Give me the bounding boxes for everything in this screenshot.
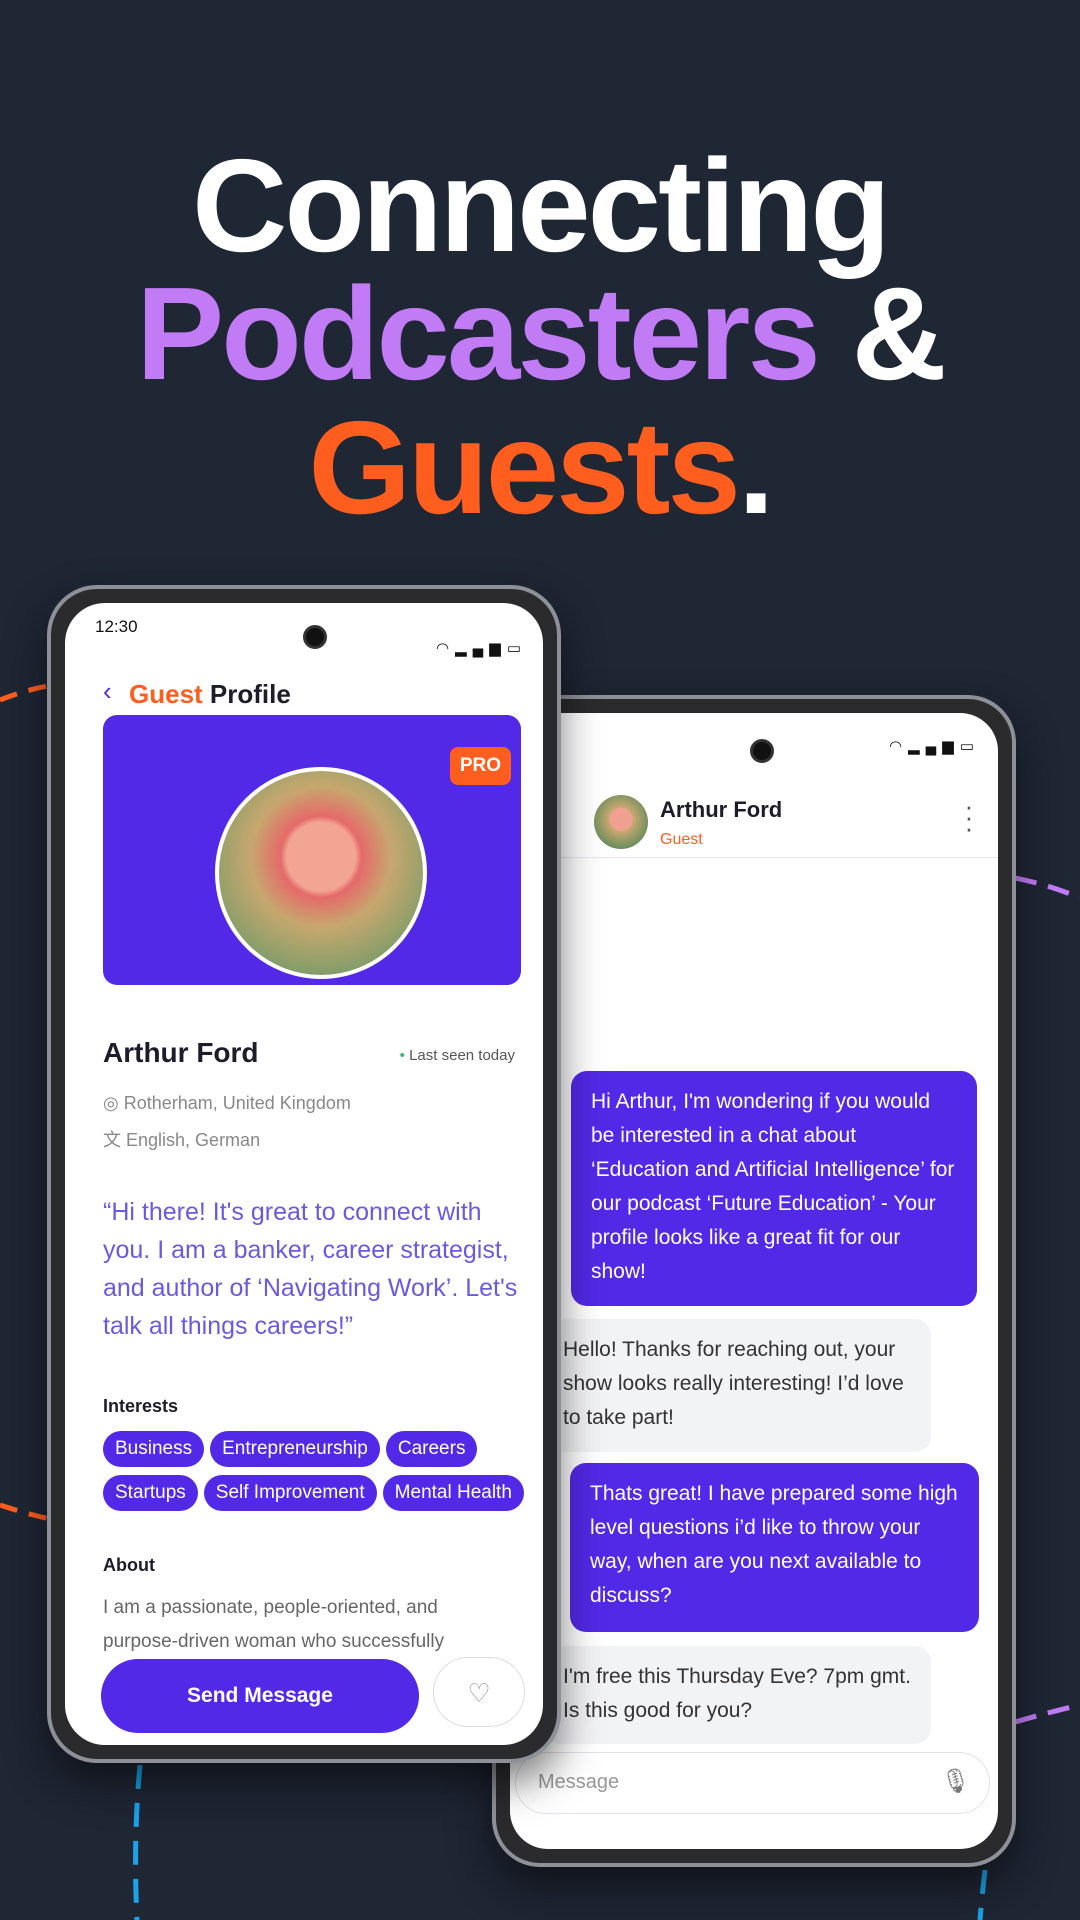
location-pin-icon: ◎ (103, 1093, 124, 1113)
interest-chip[interactable]: Business (103, 1431, 205, 1467)
about-text: I am a passionate, people-oriented, and … (103, 1597, 445, 1652)
translate-icon: 文 (103, 1130, 127, 1150)
wifi-icon: ◠ (889, 738, 909, 755)
profile-phone: 12:30 ◠▂▄▆▭ ‹ Guest Profile PRO Arthur F… (47, 585, 561, 1763)
profile-quote: “Hi there! It's great to connect with yo… (103, 1198, 518, 1340)
headline-podcasters: Podcasters (136, 260, 821, 407)
headline-guests: Guests (308, 394, 740, 541)
send-message-button[interactable]: Send Message (101, 1659, 419, 1733)
microphone-icon[interactable]: 🎙 (941, 1767, 971, 1796)
status-icons: ◠▂▄▆▭ (889, 737, 980, 755)
headline-line-2: Podcasters & (0, 268, 1080, 400)
interests-list: Business Entrepreneurship Careers Startups S… (103, 1431, 533, 1519)
contact-avatar[interactable] (594, 795, 648, 849)
profile-avatar (215, 767, 427, 979)
message-placeholder: Message (538, 1771, 620, 1793)
interests-heading: Interests (103, 1396, 179, 1416)
blue-dashed-line-left (133, 1764, 143, 1920)
headline-ampersand: & (817, 260, 947, 407)
title-guest: Guest (129, 679, 203, 709)
signal-icon: ▂▄▆ (455, 640, 507, 657)
about-heading: About (103, 1555, 155, 1575)
location-text: Rotherham, United Kingdom (123, 1093, 351, 1113)
message-received: I'm free this Thursday Eve? 7pm gmt. Is … (543, 1646, 931, 1744)
profile-screen: 12:30 ◠▂▄▆▭ ‹ Guest Profile PRO Arthur F… (65, 603, 543, 1745)
camera-icon (750, 739, 774, 763)
heart-icon[interactable]: ♡ (433, 1657, 525, 1727)
title-profile: Profile (202, 679, 291, 709)
message-received: Hello! Thanks for reaching out, your sho… (543, 1319, 931, 1452)
contact-role: Guest (660, 831, 703, 848)
message-sent: Hi Arthur, I'm wondering if you would be… (571, 1071, 977, 1306)
languages: 文 English, German (103, 1126, 260, 1152)
interest-chip[interactable]: Startups (103, 1475, 198, 1511)
wifi-icon: ◠ (436, 640, 456, 657)
headline-line-3: Guests. (0, 402, 1080, 534)
header-divider (510, 857, 998, 858)
profile-name: Arthur Ford (103, 1037, 259, 1068)
status-icons: ◠▂▄▆▭ (436, 639, 527, 657)
interest-chip[interactable]: Entrepreneurship (210, 1431, 380, 1467)
pro-badge: PRO (449, 747, 511, 785)
chevron-left-icon[interactable]: ‹ (103, 676, 112, 707)
languages-text: English, German (126, 1130, 261, 1150)
last-seen-text: Last seen today (409, 1047, 515, 1064)
interest-chip[interactable]: Mental Health (382, 1475, 524, 1511)
battery-icon: ▭ (506, 640, 527, 657)
interest-chip[interactable]: Self Improvement (203, 1475, 377, 1511)
battery-icon: ▭ (959, 738, 980, 755)
kebab-menu-icon[interactable]: · · · (964, 793, 974, 841)
message-input[interactable]: Message 🎙 (515, 1752, 990, 1814)
message-sent: Thats great! I have prepared some high l… (570, 1463, 979, 1632)
blue-dashed-line-right (977, 1869, 988, 1920)
contact-name: Arthur Ford (660, 797, 783, 822)
online-dot-icon: • (399, 1047, 410, 1064)
chat-phone: ◠▂▄▆▭ Arthur Ford Guest · · · Hi Arthur, I… (492, 695, 1016, 1867)
last-seen-status: • Last seen today (400, 1047, 515, 1064)
page-title: Guest Profile (129, 679, 291, 710)
chat-screen: ◠▂▄▆▭ Arthur Ford Guest · · · Hi Arthur, I… (510, 713, 998, 1849)
signal-icon: ▂▄▆ (908, 738, 960, 755)
purple-dashed-line-bottom (1014, 1702, 1080, 1725)
headline-period: . (737, 394, 775, 541)
interest-chip[interactable]: Careers (385, 1431, 478, 1467)
headline-line-1: Connecting (192, 132, 891, 279)
purple-dashed-line-top (1014, 875, 1080, 901)
location: ◎ Rotherham, United Kingdom (103, 1093, 351, 1114)
status-time: 12:30 (95, 617, 138, 636)
camera-icon (303, 625, 327, 649)
